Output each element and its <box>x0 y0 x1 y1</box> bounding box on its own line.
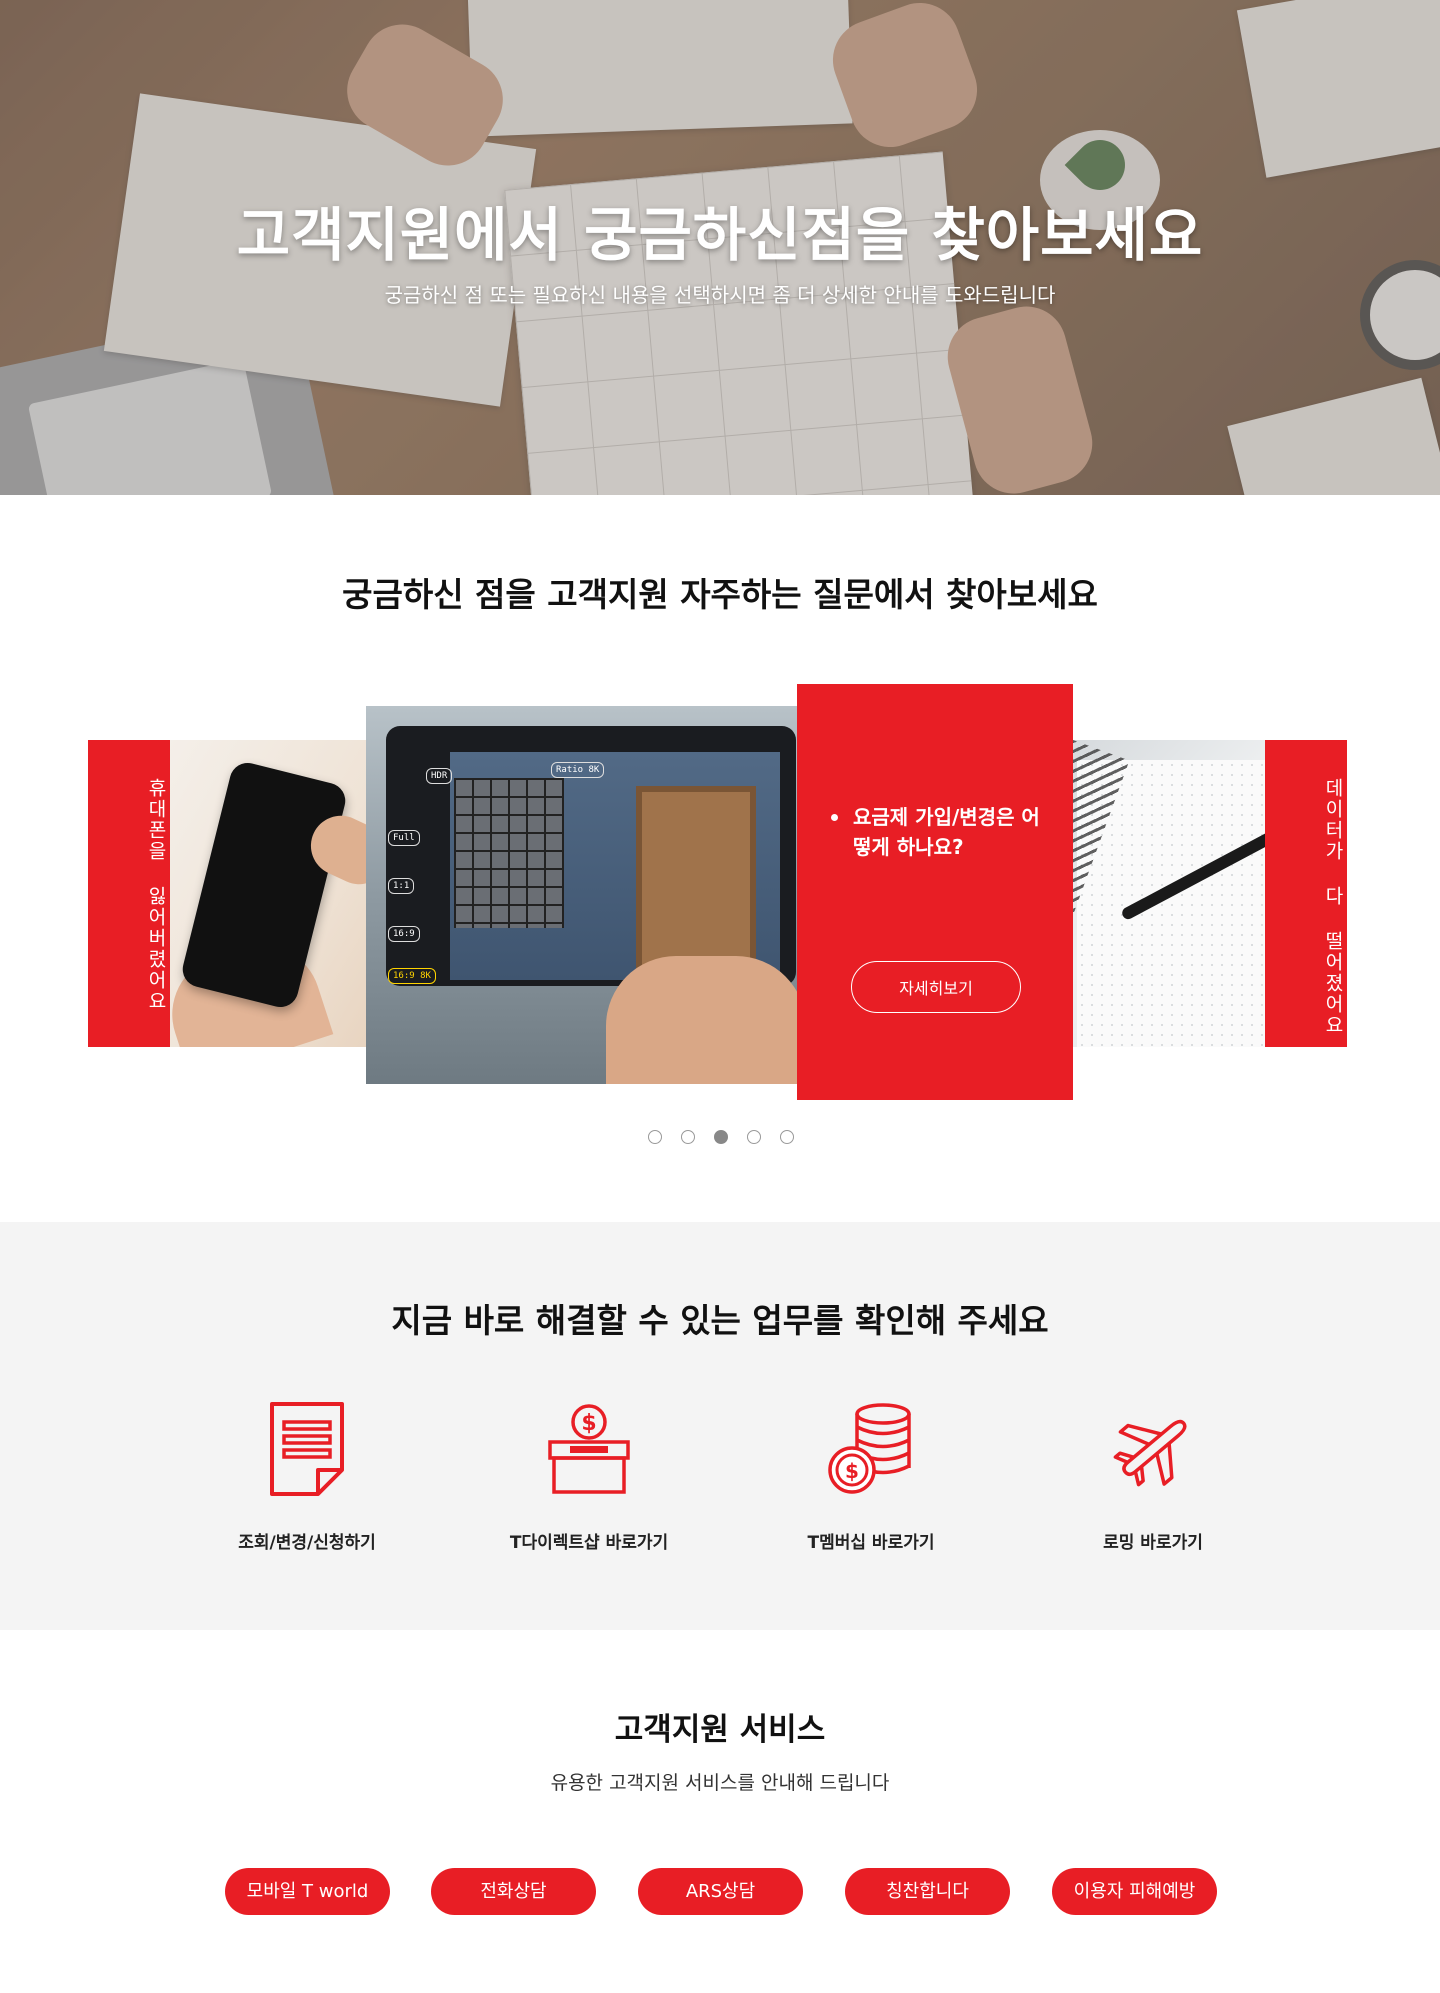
camera-label-ratio: Ratio 8K <box>551 762 605 778</box>
camera-label-16-9: 16:9 <box>388 926 420 942</box>
carousel-dot-3[interactable] <box>714 1130 728 1144</box>
faq-section-title: 궁금하신 점을 고객지원 자주하는 질문에서 찾아보세요 <box>342 575 1098 614</box>
coin-box-icon: $ <box>548 1404 630 1494</box>
svg-text:$: $ <box>581 1411 596 1436</box>
task-roaming-label: 로밍 바로가기 <box>1103 1533 1203 1553</box>
hero-title: 고객지원에서 궁금하신점을 찾아보세요 <box>236 201 1204 269</box>
service-ars-button[interactable]: ARS상담 <box>638 1868 803 1915</box>
carousel-dot-1[interactable] <box>648 1130 662 1144</box>
faq-active-question-text: 요금제 가입/변경은 어떻게 하나요? <box>853 805 1040 859</box>
document-icon <box>270 1402 344 1496</box>
camera-label-1-1: 1:1 <box>388 878 415 894</box>
service-mobile-tworld-button[interactable]: 모바일 T world <box>225 1868 390 1915</box>
camera-label-8k: 16:9 8K <box>388 968 436 984</box>
faq-left-card-label: 휴대폰을 잃어버렸어요 <box>145 778 167 1012</box>
faq-active-question: 요금제 가입/변경은 어떻게 하나요? <box>831 802 1051 862</box>
hero-banner: 고객지원에서 궁금하신점을 찾아보세요 궁금하신 점 또는 필요하신 내용을 선… <box>0 0 1440 495</box>
task-roaming[interactable]: 로밍 바로가기 <box>1053 1400 1253 1553</box>
task-tmembership-label: T멤버십 바로가기 <box>807 1533 935 1553</box>
service-phone-consult-button[interactable]: 전화상담 <box>431 1868 596 1915</box>
tasks-section-title: 지금 바로 해결할 수 있는 업무를 확인해 주세요 <box>391 1301 1049 1340</box>
service-compliment-button[interactable]: 칭찬합니다 <box>845 1868 1010 1915</box>
camera-label-hdr: HDR <box>426 768 453 784</box>
carousel-dot-5[interactable] <box>780 1130 794 1144</box>
carousel-pagination <box>648 1130 794 1144</box>
faq-more-button[interactable]: 자세히보기 <box>851 961 1021 1013</box>
carousel-dot-4[interactable] <box>747 1130 761 1144</box>
camera-label-full: Full <box>388 830 420 846</box>
task-inquiry-label: 조회/변경/신청하기 <box>238 1533 376 1553</box>
camera-photo-image: HDR Ratio 8K Full 1:1 16:9 16:9 8K <box>366 706 798 1084</box>
task-tdirect-label: T다이렉트샵 바로가기 <box>509 1533 669 1553</box>
phone-photo-image <box>170 740 370 1047</box>
hero-subtitle: 궁금하신 점 또는 필요하신 내용을 선택하시면 좀 더 상세한 안내를 도와드… <box>384 283 1056 307</box>
bullet-dot-icon <box>831 814 838 821</box>
service-damage-prevention-button[interactable]: 이용자 피해예방 <box>1052 1868 1217 1915</box>
task-tdirect[interactable]: $ T다이렉트샵 바로가기 <box>489 1400 689 1553</box>
task-tmembership[interactable]: $ T멤버십 바로가기 <box>771 1400 971 1553</box>
carousel-dot-2[interactable] <box>681 1130 695 1144</box>
faq-active-card: 요금제 가입/변경은 어떻게 하나요? 자세히보기 <box>797 684 1073 1100</box>
services-subtitle: 유용한 고객지원 서비스를 안내해 드립니다 <box>550 1772 890 1794</box>
task-inquiry[interactable]: 조회/변경/신청하기 <box>207 1400 407 1553</box>
airplane-icon <box>1113 1419 1187 1487</box>
faq-right-card-label: 데이터가 다 떨어졌어요 <box>1322 778 1344 1036</box>
services-title: 고객지원 서비스 <box>614 1712 826 1748</box>
coin-stack-icon: $ <box>828 1403 911 1494</box>
svg-text:$: $ <box>845 1459 859 1483</box>
notebook-photo-image <box>1073 740 1265 1047</box>
